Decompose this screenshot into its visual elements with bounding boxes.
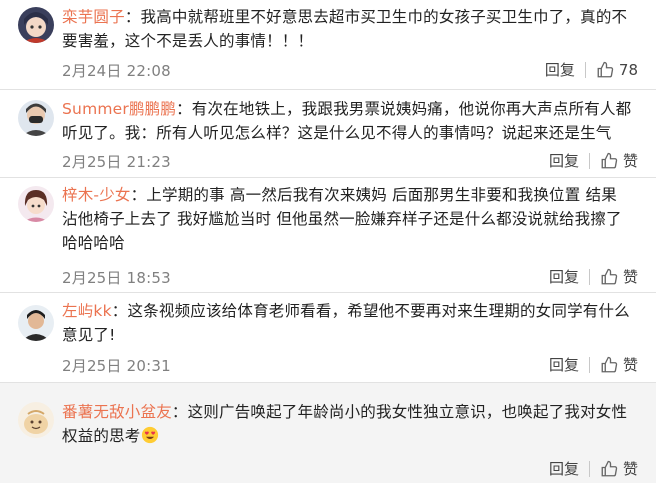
like-label: 赞 bbox=[622, 152, 638, 170]
comment-item: 番薯无敌小盆友：这则广告唤起了年龄尚小的我女性独立意识，也唤起了我对女性权益的思… bbox=[0, 383, 656, 483]
comment-text: Summer鹏鹏鹏：有次在地铁上，我跟我男票说姨妈痛，他说你再大声点所有人都听见… bbox=[62, 100, 632, 142]
avatar-person-icon[interactable] bbox=[18, 305, 54, 341]
like-label: 赞 bbox=[622, 356, 638, 374]
comment-item: 梓木-少女：上学期的事 高一然后我有次来姨妈 后面那男生非要和我换位置 结果沾他… bbox=[0, 178, 656, 293]
comment-item: Summer鹏鹏鹏：有次在地铁上，我跟我男票说姨妈痛，他说你再大声点所有人都听见… bbox=[0, 90, 656, 178]
heart-eyes-emoji-icon bbox=[141, 426, 158, 444]
comment-timestamp: 2月25日 20:31 bbox=[62, 357, 171, 375]
thumbs-up-icon bbox=[601, 460, 618, 476]
divider bbox=[588, 460, 590, 477]
divider bbox=[584, 61, 586, 78]
comment-list: 栾芋圆子：我高中就帮班里不好意思去超市买卫生巾的女孩子买卫生巾了，真的不要害羞，… bbox=[0, 0, 656, 483]
divider bbox=[588, 152, 590, 169]
reply-button[interactable]: 回复 bbox=[549, 458, 579, 479]
comment-timestamp: 2月25日 21:23 bbox=[62, 153, 171, 171]
thumbs-up-icon bbox=[601, 356, 618, 372]
reply-button[interactable]: 回复 bbox=[545, 59, 575, 80]
username-link[interactable]: 栾芋圆子 bbox=[62, 8, 125, 26]
comment-actions: 回复 78 bbox=[545, 59, 638, 80]
comment-timestamp: 2月24日 22:08 bbox=[62, 62, 171, 80]
comment-timestamp: 2月25日 18:53 bbox=[62, 269, 171, 287]
comment-body: 我高中就帮班里不好意思去超市买卫生巾的女孩子买卫生巾了，真的不要害羞，这个不是丢… bbox=[62, 8, 628, 50]
like-label: 赞 bbox=[622, 268, 638, 286]
comment-text: 栾芋圆子：我高中就帮班里不好意思去超市买卫生巾的女孩子买卫生巾了，真的不要害羞，… bbox=[62, 8, 628, 50]
comment-body: 这条视频应该给体育老师看看，希望他不要再对来生理期的女同学有什么意见了! bbox=[62, 302, 630, 344]
avatar-anime-girl-icon[interactable] bbox=[18, 7, 54, 43]
avatar-cartoon-icon[interactable] bbox=[18, 402, 54, 438]
comment-actions: 回复 赞 bbox=[549, 458, 638, 479]
reply-button[interactable]: 回复 bbox=[549, 266, 579, 287]
like-count: 78 bbox=[618, 60, 638, 79]
reply-button[interactable]: 回复 bbox=[549, 150, 579, 171]
like-button[interactable]: 赞 bbox=[600, 458, 638, 479]
reply-button[interactable]: 回复 bbox=[549, 354, 579, 375]
like-button[interactable]: 赞 bbox=[600, 354, 638, 375]
thumbs-up-icon bbox=[601, 152, 618, 168]
username-link[interactable]: 左屿kk bbox=[62, 302, 112, 320]
like-button[interactable]: 赞 bbox=[600, 150, 638, 171]
comment-actions: 回复 赞 bbox=[549, 354, 638, 375]
comment-actions: 回复 赞 bbox=[549, 266, 638, 287]
avatar-masked-person-icon[interactable] bbox=[18, 100, 54, 136]
divider bbox=[588, 356, 590, 373]
avatar-anime-girl-icon[interactable] bbox=[18, 186, 54, 222]
comment-text: 左屿kk：这条视频应该给体育老师看看，希望他不要再对来生理期的女同学有什么意见了… bbox=[62, 302, 630, 344]
like-button[interactable]: 赞 bbox=[600, 266, 638, 287]
comment-text: 番薯无敌小盆友：这则广告唤起了年龄尚小的我女性独立意识，也唤起了我对女性权益的思… bbox=[62, 403, 628, 445]
username-link[interactable]: Summer鹏鹏鹏 bbox=[62, 100, 176, 118]
thumbs-up-icon bbox=[601, 268, 618, 284]
divider bbox=[588, 268, 590, 285]
like-button[interactable]: 78 bbox=[596, 61, 638, 79]
username-link[interactable]: 梓木-少女 bbox=[62, 186, 131, 204]
comment-text: 梓木-少女：上学期的事 高一然后我有次来姨妈 后面那男生非要和我换位置 结果沾他… bbox=[62, 186, 622, 252]
comment-item: 左屿kk：这条视频应该给体育老师看看，希望他不要再对来生理期的女同学有什么意见了… bbox=[0, 293, 656, 383]
like-label: 赞 bbox=[622, 460, 638, 478]
thumbs-up-icon bbox=[597, 61, 614, 77]
username-link[interactable]: 番薯无敌小盆友 bbox=[62, 403, 172, 421]
comment-item: 栾芋圆子：我高中就帮班里不好意思去超市买卫生巾的女孩子买卫生巾了，真的不要害羞，… bbox=[0, 0, 656, 90]
comment-body: 上学期的事 高一然后我有次来姨妈 后面那男生非要和我换位置 结果沾他椅子上去了 … bbox=[62, 186, 622, 252]
comment-actions: 回复 赞 bbox=[549, 150, 638, 171]
